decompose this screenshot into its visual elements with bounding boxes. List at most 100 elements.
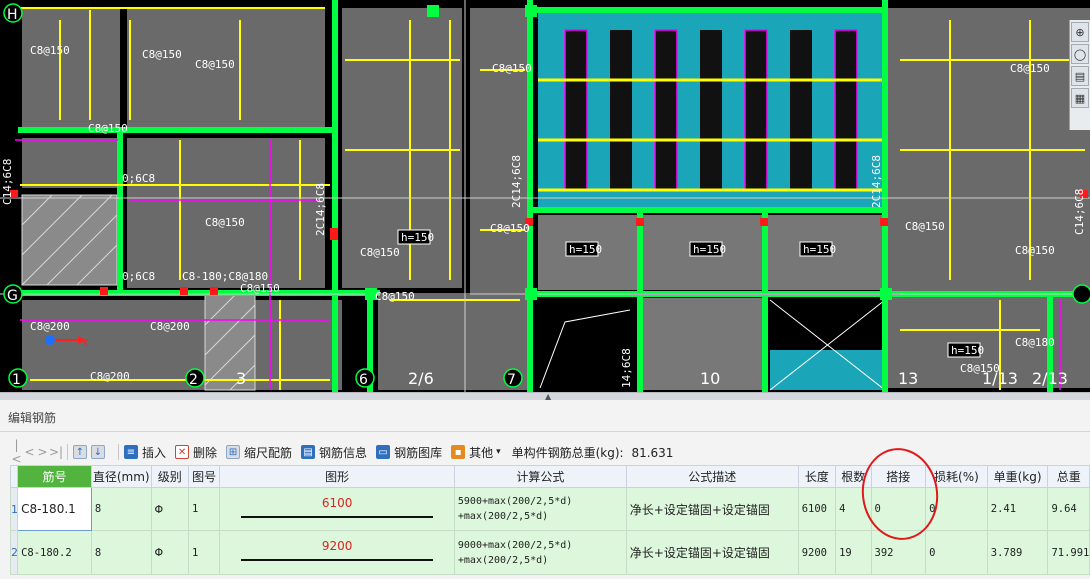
svg-text:C14;6C8: C14;6C8 [1073, 189, 1086, 235]
zoom-icon[interactable]: ⊕ [1071, 22, 1089, 42]
svg-text:14;6C8: 14;6C8 [620, 348, 633, 388]
scale-rebar-button[interactable]: ⊞ 缩尺配筋 [226, 444, 292, 461]
svg-text:10: 10 [700, 369, 720, 388]
total-weight-cell[interactable]: 71.991 [1047, 530, 1090, 575]
svg-text:2C14;6C8: 2C14;6C8 [314, 183, 327, 236]
figure-no-cell[interactable]: 1 [187, 530, 221, 575]
count-cell[interactable]: 19 [835, 530, 872, 575]
row-number[interactable]: 1 [9, 487, 19, 531]
column-header[interactable]: 计算公式 [453, 465, 627, 488]
total-weight-value: 81.631 [631, 445, 674, 460]
svg-text:C8@150: C8@150 [142, 48, 182, 61]
svg-text:H: H [7, 7, 18, 23]
delete-label: 删除 [193, 445, 218, 460]
row-number[interactable]: 2 [9, 530, 19, 575]
rebar-library-label: 钢筋图库 [394, 445, 443, 460]
svg-text:G: G [7, 288, 18, 304]
loss-cell[interactable]: 0 [925, 487, 988, 531]
rebar-name-cell[interactable]: C8-180.1 [17, 487, 92, 531]
rebar-name-cell[interactable]: C8-180.2 [17, 530, 92, 575]
column-header[interactable]: 单重(kg) [986, 465, 1049, 488]
layer-icon[interactable]: ▤ [1071, 66, 1089, 86]
unit-weight-cell[interactable]: 2.41 [986, 487, 1049, 531]
svg-text:h=150: h=150 [951, 344, 984, 357]
svg-text:2C14;6C8: 2C14;6C8 [510, 155, 523, 208]
column-header[interactable]: 损耗(%) [925, 465, 988, 488]
rebar-info-label: 钢筋信息 [319, 445, 368, 460]
lap-cell[interactable]: 0 [870, 487, 927, 531]
grid-icon[interactable]: ▦ [1071, 88, 1089, 108]
insert-button[interactable]: ≡ 插入 [124, 444, 166, 461]
table-row[interactable]: 1 C8-180.1 8 Φ 1 6100 5900+max(200/2,5*d… [9, 487, 1090, 531]
length-cell[interactable]: 9200 [797, 530, 837, 575]
column-header[interactable]: 筋号 [17, 465, 92, 488]
prev-record-button[interactable]: < [23, 445, 36, 459]
svg-text:2: 2 [189, 372, 198, 388]
column-header[interactable]: 直径(mm) [90, 465, 152, 488]
other-label: 其他 [469, 445, 494, 460]
dropdown-arrow-icon: ▾ [496, 447, 501, 457]
column-header[interactable]: 级别 [150, 465, 189, 488]
shape-cell[interactable]: 9200 [219, 530, 455, 575]
lap-cell[interactable]: 392 [870, 530, 927, 575]
table-row[interactable]: 2 C8-180.2 8 Φ 1 9200 9000+max(200/2,5*d… [9, 530, 1090, 575]
diameter-cell[interactable]: 8 [90, 487, 152, 531]
diameter-cell[interactable]: 8 [90, 530, 152, 575]
column-header[interactable]: 图形 [219, 465, 455, 488]
count-cell[interactable]: 4 [835, 487, 872, 531]
svg-text:h=150: h=150 [569, 243, 602, 256]
svg-text:C14;6C8: C14;6C8 [1, 159, 14, 205]
column-header[interactable]: 图号 [187, 465, 221, 488]
rebar-library-button[interactable]: ▭ 钢筋图库 [376, 444, 442, 461]
column-header[interactable]: 长度 [797, 465, 837, 488]
cad-drawing[interactable]: C8@150 C8@150 C8@150 C8@150 C8@150 C8@15… [0, 0, 1090, 392]
delete-button[interactable]: ✕ 删除 [175, 444, 217, 461]
formula-line: +max(200/2,5*d) [457, 511, 549, 522]
last-record-button[interactable]: >| [49, 445, 63, 459]
toolbar-divider [118, 444, 119, 460]
svg-text:C8@150: C8@150 [1010, 62, 1050, 75]
loss-cell[interactable]: 0 [925, 530, 988, 575]
collapse-arrow-icon[interactable]: ▲ [545, 393, 559, 401]
table-header-row: 筋号 直径(mm) 级别 图号 图形 计算公式 公式描述 长度 根数 搭接 损耗… [9, 465, 1090, 488]
shape-length: 6100 [321, 496, 353, 510]
svg-text:h=150: h=150 [803, 243, 836, 256]
svg-text:C8@150: C8@150 [195, 58, 235, 71]
unit-weight-cell[interactable]: 3.789 [986, 530, 1049, 575]
move-down-icon[interactable]: ↓ [91, 445, 105, 459]
column-header[interactable]: 公式描述 [625, 465, 799, 488]
length-cell[interactable]: 6100 [797, 487, 837, 531]
svg-text:h=150: h=150 [693, 243, 726, 256]
description-cell[interactable]: 净长+设定锚固+设定锚固 [625, 487, 799, 531]
other-menu-button[interactable]: ▪ 其他 ▾ [451, 444, 501, 461]
description-cell[interactable]: 净长+设定锚固+设定锚固 [625, 530, 799, 575]
row-number-header [9, 465, 19, 488]
grade-cell[interactable]: Φ [150, 487, 189, 531]
figure-no-cell[interactable]: 1 [187, 487, 221, 531]
svg-text:7: 7 [507, 372, 516, 388]
shape-cell[interactable]: 6100 [219, 487, 455, 531]
formula-cell[interactable]: 5900+max(200/2,5*d) +max(200/2,5*d) [453, 487, 627, 531]
shape-length: 9200 [321, 539, 353, 553]
next-record-button[interactable]: > [36, 445, 49, 459]
rotate-icon[interactable]: ◯ [1071, 44, 1089, 64]
cad-viewport[interactable]: C8@150 C8@150 C8@150 C8@150 C8@150 C8@15… [0, 0, 1090, 392]
svg-text:C8@150: C8@150 [1015, 244, 1055, 257]
column-header[interactable]: 总重 [1047, 465, 1090, 488]
delete-icon: ✕ [175, 445, 190, 459]
svg-text:C8@150: C8@150 [360, 246, 400, 259]
column-header[interactable]: 根数 [835, 465, 872, 488]
svg-text:C8@150: C8@150 [30, 44, 70, 57]
first-record-button[interactable]: |< [10, 438, 23, 466]
formula-cell[interactable]: 9000+max(200/2,5*d) +max(200/2,5*d) [453, 530, 627, 575]
total-weight-cell[interactable]: 9.64 [1047, 487, 1090, 531]
column-header[interactable]: 搭接 [870, 465, 927, 488]
rebar-shape-line [241, 516, 433, 518]
svg-text:0;6C8: 0;6C8 [122, 270, 155, 283]
svg-text:C8@200: C8@200 [150, 320, 190, 333]
svg-text:C8@150: C8@150 [490, 222, 530, 235]
svg-text:C8@150: C8@150 [375, 290, 415, 303]
rebar-info-button[interactable]: ▤ 钢筋信息 [301, 444, 367, 461]
grade-cell[interactable]: Φ [150, 530, 189, 575]
move-up-icon[interactable]: ↑ [73, 445, 87, 459]
